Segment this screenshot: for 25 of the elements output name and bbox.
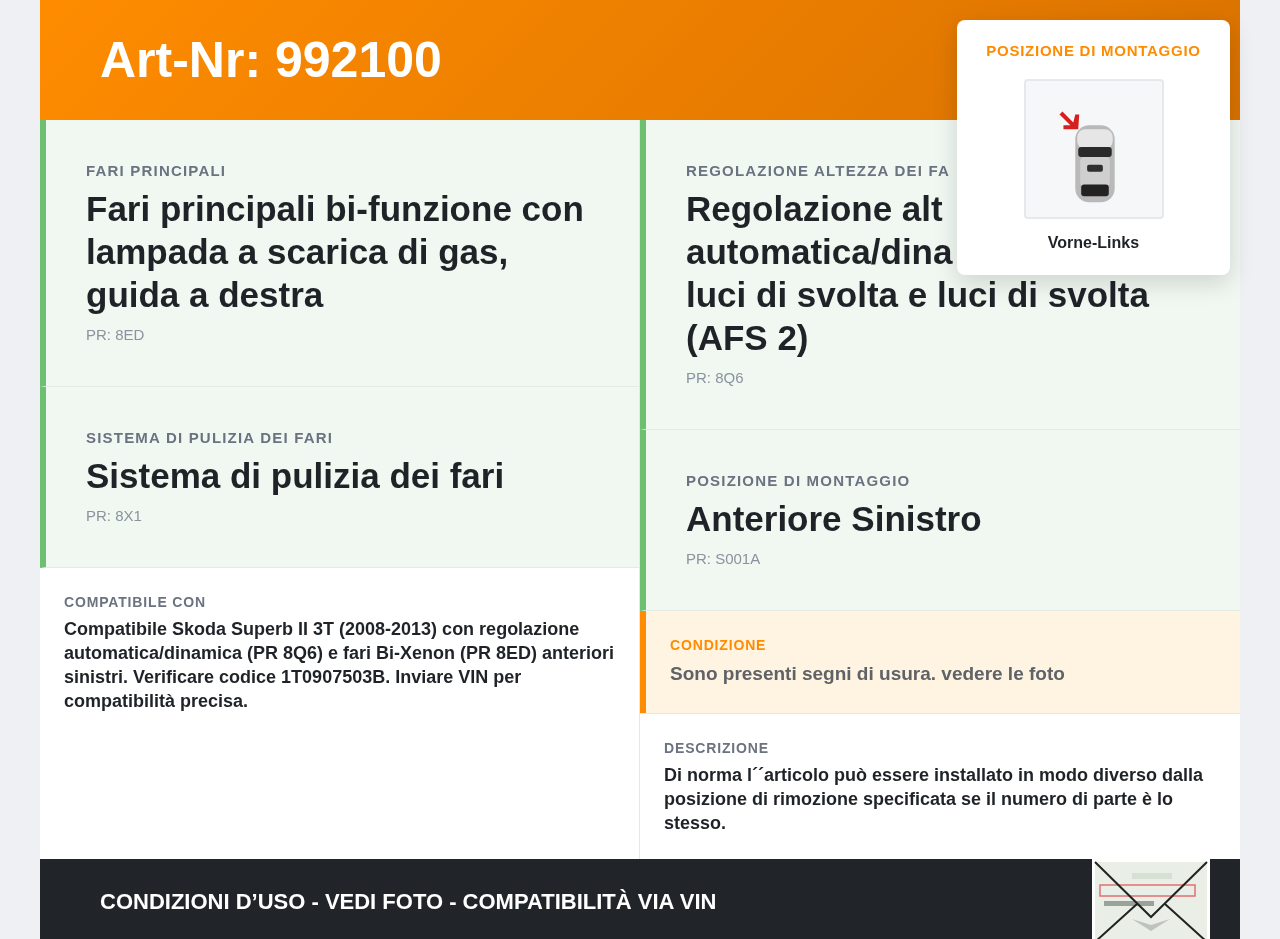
compatibility-text: Compatibile Skoda Superb II 3T (2008-2013) con regolazione automatica/dinamica (PR 8Q6) e fari Bi-Xenon (PR 8ED) anteriori sinistri. Verificare codice 1T0907503B. Inviare VIN per compatibilità precisa.: [64, 618, 615, 713]
feature-label: FARI PRINCIPALI: [86, 161, 228, 181]
popup-caption: Vorne-Links: [1047, 232, 1140, 253]
feature-title: Fari principali bi-funzione con lampada a scarica di gas, guida a destra: [86, 187, 585, 316]
feature-title: Sistema di pulizia dei fari: [86, 454, 506, 497]
feature-title: luci di svolta e luci di svolta: [686, 273, 1149, 316]
feature-label: SISTEMA DI PULIZIA DEI FARI: [86, 428, 335, 448]
condition-label: CONDIZIONE: [670, 636, 768, 655]
section-label: DESCRIZIONE: [664, 738, 770, 758]
feature-title: Anteriore Sinistro: [686, 497, 983, 540]
pr-code: PR: 8Q6: [686, 367, 745, 388]
popup-title: POSIZIONE DI MONTAGGIO: [986, 41, 1201, 61]
condition-text: Sono presenti segni di usura. vedere le foto: [670, 662, 1066, 686]
pr-code: PR: 8ED: [86, 324, 146, 345]
feature-label: POSIZIONE DI MONTAGGIO: [686, 471, 912, 491]
footer-text: CONDIZIONI D’USO - VEDI FOTO - COMPATIBILITÀ VIA VIN: [100, 888, 717, 916]
feature-title: automatica/dina: [686, 230, 953, 273]
pr-code: PR: 8X1: [86, 505, 143, 526]
feature-title: (AFS 2): [686, 316, 809, 359]
section-label: COMPATIBILE CON: [64, 593, 207, 612]
article-number: Art-Nr: 992100: [100, 30, 442, 90]
feature-label: REGOLAZIONE ALTEZZA DEI FA: [686, 161, 951, 181]
description-text: Di norma l´´articolo può essere installato in modo diverso dalla posizione di rimozione specificata se il numero di parte è lo stesso.: [664, 763, 1205, 835]
pr-code: PR: S001A: [686, 548, 762, 569]
feature-title: Regolazione alt: [686, 187, 943, 230]
